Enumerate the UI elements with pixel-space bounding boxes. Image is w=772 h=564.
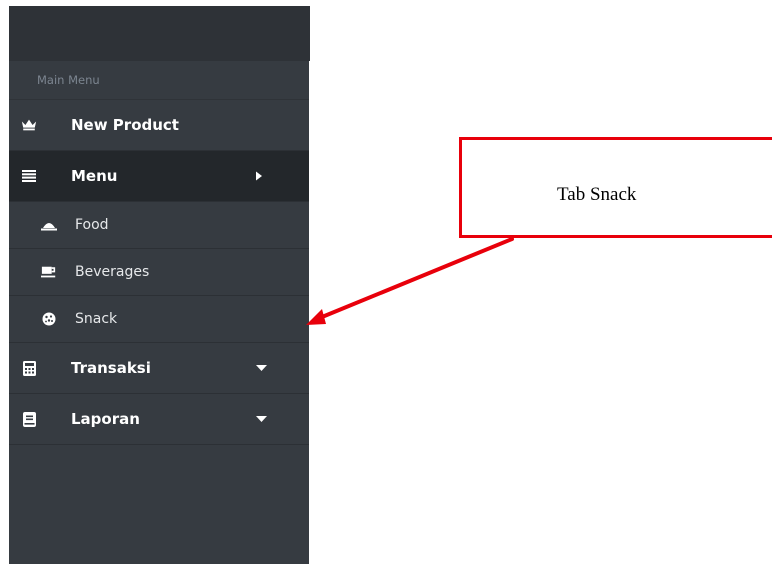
submenu-item-label: Beverages [75, 264, 150, 280]
cookie-icon [41, 311, 57, 327]
list-icon [21, 168, 37, 184]
annotation-callout-box: Tab Snack [459, 137, 772, 238]
sidebar-subitem-food[interactable]: Food [9, 202, 309, 249]
food-cover-icon [41, 217, 57, 233]
book-icon [21, 411, 37, 427]
sidebar-item-label: Laporan [71, 410, 140, 428]
sidebar: Main Menu New Product Menu Food Beverage… [9, 6, 310, 564]
caret-right-icon [256, 171, 262, 181]
submenu-item-label: Snack [75, 311, 118, 327]
sidebar-item-label: Menu [71, 167, 118, 185]
caret-down-icon [256, 365, 267, 371]
sidebar-item-label: Transaksi [71, 359, 151, 377]
sidebar-item-laporan[interactable]: Laporan [9, 394, 309, 445]
sidebar-item-label: New Product [71, 116, 179, 134]
calculator-icon [21, 360, 37, 376]
annotation-callout-text: Tab Snack [557, 184, 637, 205]
caret-down-icon [256, 416, 267, 422]
sidebar-item-menu[interactable]: Menu [9, 151, 309, 202]
sidebar-item-new-product[interactable]: New Product [9, 100, 309, 151]
annotation-arrow-head [306, 309, 326, 325]
main-menu-label: Main Menu [9, 61, 309, 100]
annotation-arrow-line [320, 237, 514, 319]
submenu-item-label: Food [75, 217, 109, 233]
crown-icon [21, 117, 37, 133]
cup-icon [41, 264, 57, 280]
sidebar-item-transaksi[interactable]: Transaksi [9, 343, 309, 394]
sidebar-subitem-beverages[interactable]: Beverages [9, 249, 309, 296]
sidebar-top-bar [9, 6, 310, 61]
sidebar-subitem-snack[interactable]: Snack [9, 296, 309, 343]
